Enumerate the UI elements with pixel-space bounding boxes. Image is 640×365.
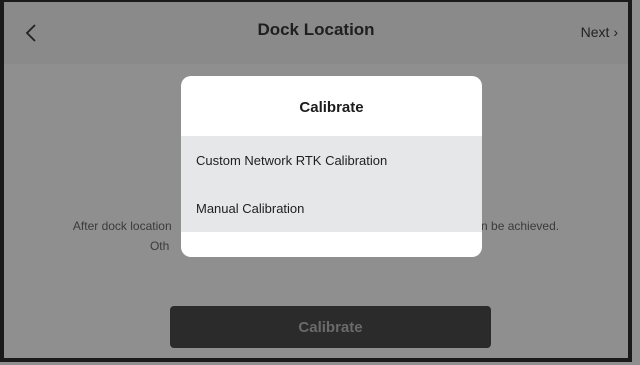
next-button[interactable]: Next › xyxy=(581,24,618,40)
option-custom-network-rtk[interactable]: Custom Network RTK Calibration xyxy=(181,136,482,184)
next-label: Next xyxy=(580,24,610,40)
page-title: Dock Location xyxy=(257,20,375,39)
calibrate-dialog: Calibrate Custom Network RTK Calibration… xyxy=(181,76,482,257)
option-manual-calibration[interactable]: Manual Calibration xyxy=(181,184,482,232)
calibrate-button[interactable]: Calibrate xyxy=(170,306,491,348)
app-frame: Dock Location Next › After dock location… xyxy=(0,0,632,362)
dialog-title: Calibrate xyxy=(299,99,364,116)
top-bar: Dock Location Next › xyxy=(4,2,628,64)
chevron-right-icon: › xyxy=(613,24,618,40)
